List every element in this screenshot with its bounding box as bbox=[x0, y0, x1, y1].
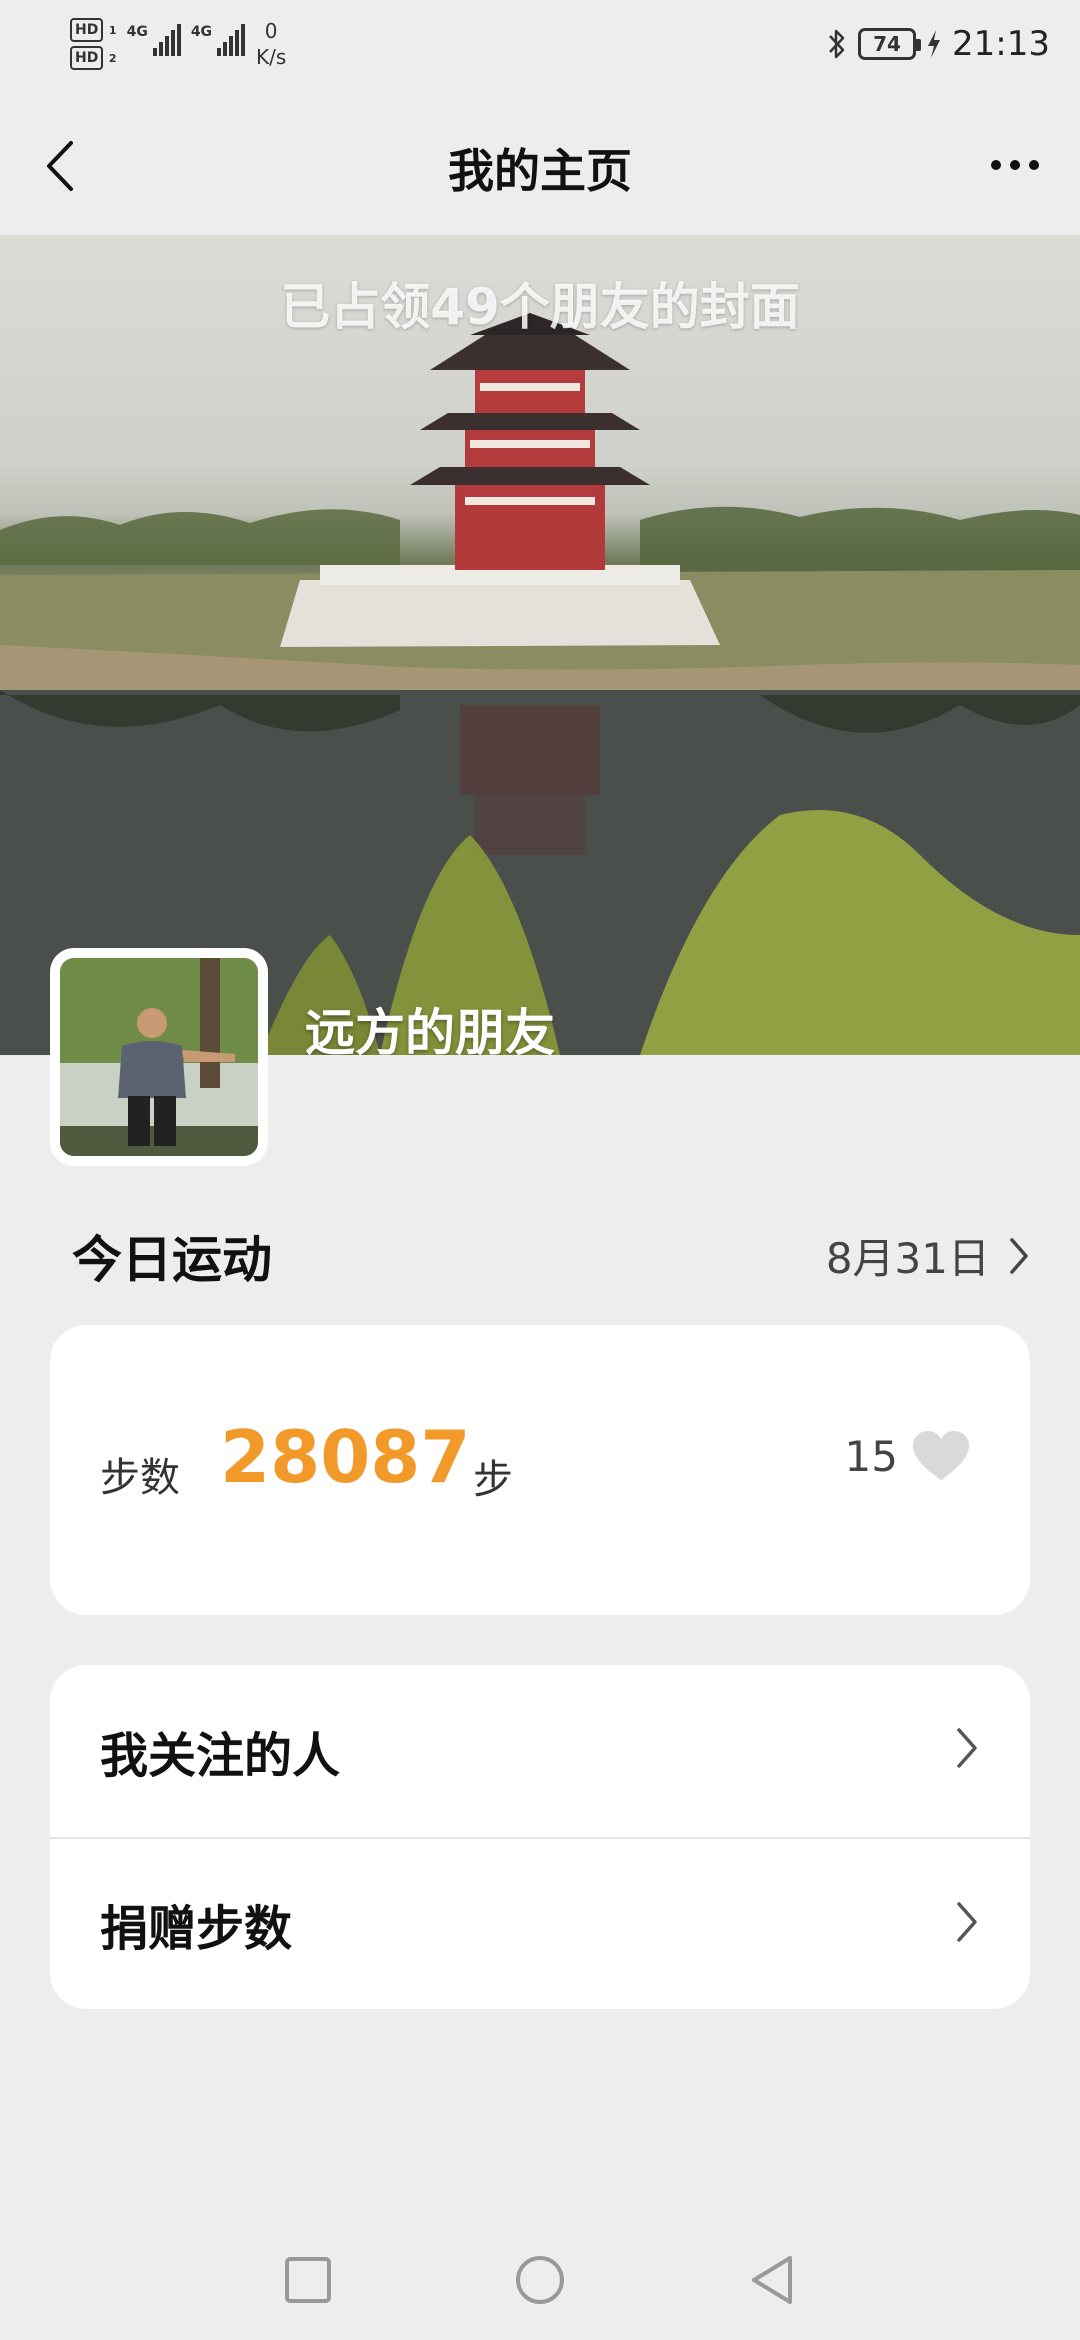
user-nickname: 远方的朋友 bbox=[305, 1004, 555, 1055]
status-right-group: 74 21:13 bbox=[826, 24, 1050, 64]
sim2-net-label: 4G bbox=[190, 24, 213, 40]
hd2-label: HD bbox=[70, 46, 104, 70]
cover-photo bbox=[0, 313, 1080, 1055]
today-date: 8月31日 bbox=[825, 1234, 990, 1283]
cover-caption: 已占领49个朋友的封面 bbox=[280, 278, 800, 336]
chevron-right-icon bbox=[957, 1902, 977, 1942]
hd1-badge: HD 1 bbox=[70, 18, 117, 42]
network-speed-unit: K/s bbox=[256, 45, 287, 69]
more-dots-icon bbox=[991, 160, 1001, 170]
nav-recent-button[interactable] bbox=[278, 2250, 338, 2310]
today-activity-title: 今日运动 bbox=[72, 1231, 272, 1289]
steps-label: 步数 bbox=[100, 1455, 180, 1501]
network-speed: 0 K/s bbox=[256, 18, 286, 70]
chevron-right-icon bbox=[1010, 1237, 1028, 1274]
battery-icon: 74 bbox=[858, 28, 922, 60]
square-icon bbox=[285, 2257, 331, 2303]
page-title: 我的主页 bbox=[448, 144, 632, 198]
hd2-badge: HD 2 bbox=[70, 46, 117, 70]
menu-card: 我关注的人 捐赠步数 bbox=[50, 1665, 1030, 2009]
steps-card[interactable]: 步数 28087 步 15 bbox=[50, 1325, 1030, 1615]
hd1-label: HD bbox=[70, 18, 104, 42]
sim1-signal-icon: 4G bbox=[127, 24, 181, 56]
hd1-sub: 1 bbox=[108, 24, 117, 37]
charging-icon bbox=[928, 30, 941, 58]
status-left-group: HD 1 HD 2 4G 4G bbox=[70, 18, 246, 70]
avatar-person-drawing bbox=[60, 958, 258, 1156]
menu-item-label: 捐赠步数 bbox=[100, 1901, 293, 1957]
menu-item-donate-steps[interactable]: 捐赠步数 bbox=[50, 1837, 1030, 2009]
hd2-sub: 2 bbox=[108, 52, 117, 65]
triangle-back-icon bbox=[752, 2256, 792, 2304]
cover-image[interactable]: 已占领49个朋友的封面 远方的朋友 bbox=[0, 235, 1080, 1055]
circle-icon bbox=[516, 2256, 564, 2304]
sim2-signal-icon: 4G bbox=[190, 24, 246, 56]
status-bar: HD 1 HD 2 4G 4G 0 K/s 74 21:13 bbox=[0, 0, 1080, 95]
sim1-net-label: 4G bbox=[126, 24, 148, 40]
battery-level: 74 bbox=[873, 32, 901, 56]
steps-value: 28087 bbox=[220, 1415, 471, 1499]
pagoda-drawing bbox=[410, 313, 650, 570]
chevron-right-icon bbox=[957, 1728, 977, 1768]
clock: 21:13 bbox=[952, 24, 1050, 64]
likes-count: 15 bbox=[844, 1431, 898, 1481]
hd-badges: HD 1 HD 2 bbox=[70, 18, 117, 70]
likes-button[interactable]: 15 bbox=[845, 1430, 970, 1482]
app-header: 我的主页 bbox=[0, 95, 1080, 235]
menu-item-following[interactable]: 我关注的人 bbox=[50, 1665, 1030, 1837]
network-speed-value: 0 bbox=[264, 19, 278, 43]
nav-back-button[interactable] bbox=[742, 2250, 802, 2310]
nav-home-button[interactable] bbox=[510, 2250, 570, 2310]
today-date-link[interactable]: 8月31日 bbox=[826, 1225, 1030, 1286]
steps-unit: 步 bbox=[473, 1457, 513, 1503]
more-button[interactable] bbox=[980, 135, 1050, 195]
system-nav-bar bbox=[0, 2210, 1080, 2340]
avatar-photo bbox=[60, 958, 258, 1156]
bluetooth-icon bbox=[829, 29, 845, 59]
heart-icon bbox=[913, 1431, 969, 1480]
menu-item-label: 我关注的人 bbox=[100, 1728, 341, 1784]
avatar[interactable] bbox=[50, 948, 268, 1166]
